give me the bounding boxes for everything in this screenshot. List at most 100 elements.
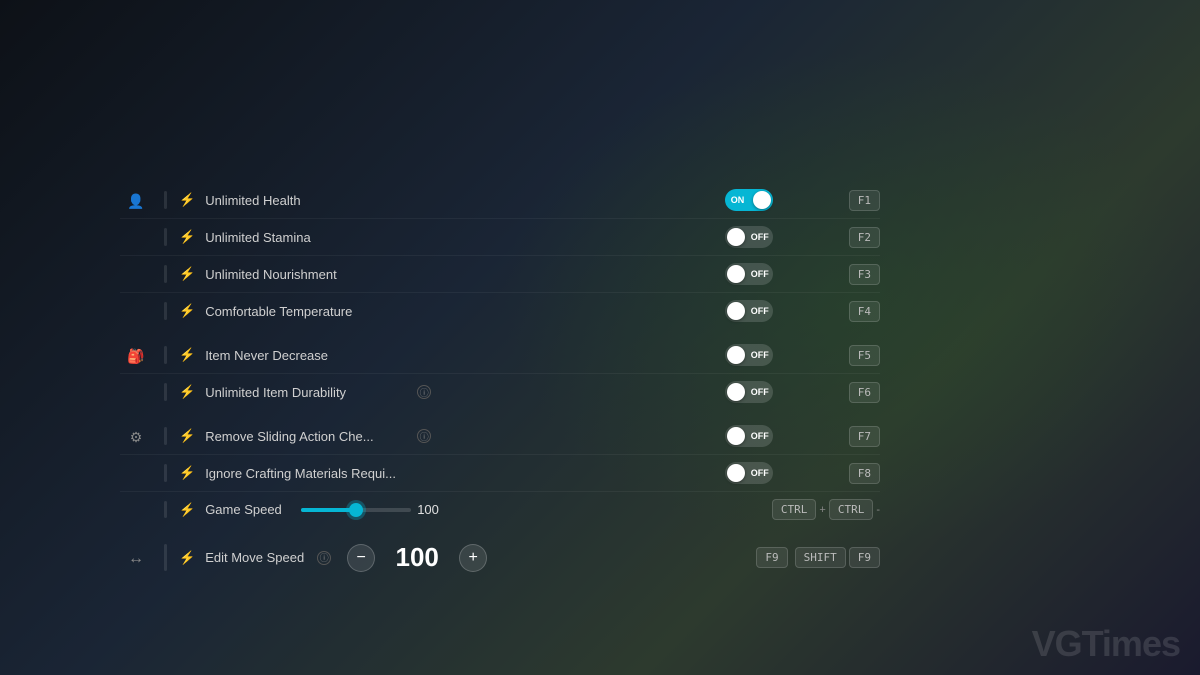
keybind-f5[interactable]: F5 <box>849 345 880 366</box>
keybind-f9-2[interactable]: F9 <box>849 547 880 568</box>
mod-name-remove-sliding: Remove Sliding Action Che... <box>205 429 405 444</box>
player-section: 👤 ⚡ Unlimited Health ON F1 <box>120 182 880 329</box>
slider-fill <box>301 508 356 512</box>
mod-name-unlimited-stamina: Unlimited Stamina <box>205 230 405 245</box>
nourishment-section-bar <box>164 265 167 283</box>
durability-section-bar <box>164 383 167 401</box>
toggle-label-2: OFF <box>751 232 769 242</box>
lightning-icon-7: ⚡ <box>179 428 195 444</box>
move-speed-value: 100 <box>387 542 447 573</box>
inventory-section-icon: 🎒 <box>120 346 152 365</box>
spacer-5 <box>120 472 152 474</box>
mod-name-item-never-decrease: Item Never Decrease <box>205 348 405 363</box>
mod-name-unlimited-durability: Unlimited Item Durability <box>205 385 405 400</box>
lightning-icon-8: ⚡ <box>179 465 195 481</box>
mod-row-comfortable-temp: ⚡ Comfortable Temperature OFF F4 <box>120 293 880 329</box>
keybind-f1[interactable]: F1 <box>849 190 880 211</box>
toggle-label-6: OFF <box>751 387 769 397</box>
mod-name-unlimited-health: Unlimited Health <box>205 193 405 208</box>
keybind-f2[interactable]: F2 <box>849 227 880 248</box>
lightning-icon-1: ⚡ <box>179 192 195 208</box>
mod-row-item-never-decrease: 🎒 ⚡ Item Never Decrease OFF F5 <box>120 337 880 374</box>
toggle-knob-8 <box>727 464 745 482</box>
slider-thumb[interactable] <box>349 503 363 517</box>
toggle-knob-4 <box>727 302 745 320</box>
lightning-icon-3: ⚡ <box>179 266 195 282</box>
toggle-unlimited-stamina[interactable]: OFF <box>725 226 773 248</box>
toggle-knob-2 <box>727 228 745 246</box>
mod-row-unlimited-stamina: ⚡ Unlimited Stamina OFF F2 <box>120 219 880 256</box>
stamina-section-bar <box>164 228 167 246</box>
player-section-header-row: 👤 ⚡ Unlimited Health ON F1 <box>120 182 880 219</box>
info-icon-durability[interactable]: ⓘ <box>417 385 431 399</box>
toggle-comfortable-temp[interactable]: OFF <box>725 300 773 322</box>
keybind-sep-1: + <box>819 504 825 516</box>
toggle-knob-6 <box>727 383 745 401</box>
mod-name-comfortable-temp: Comfortable Temperature <box>205 304 405 319</box>
temp-section-bar <box>164 302 167 320</box>
toggle-unlimited-health[interactable]: ON <box>725 189 773 211</box>
stepper-decrement-btn[interactable]: − <box>347 544 375 572</box>
lightning-icon-2: ⚡ <box>179 229 195 245</box>
mod-name-unlimited-nourishment: Unlimited Nourishment <box>205 267 405 282</box>
keybind-f4[interactable]: F4 <box>849 301 880 322</box>
spacer-4 <box>120 391 152 393</box>
mod-row-unlimited-durability: ⚡ Unlimited Item Durability ⓘ OFF F6 <box>120 374 880 410</box>
game-section-bar-1 <box>164 427 167 445</box>
toggle-label-5: OFF <box>751 350 769 360</box>
movement-section: ↔ ⚡ Edit Move Speed ⓘ − 100 + <box>120 535 880 580</box>
toggle-label-8: OFF <box>751 468 769 478</box>
spacer-1 <box>120 236 152 238</box>
info-icon-sliding[interactable]: ⓘ <box>417 429 431 443</box>
spacer-6 <box>120 509 152 511</box>
spacer-2 <box>120 273 152 275</box>
mod-name-ignore-crafting: Ignore Crafting Materials Requi... <box>205 466 405 481</box>
keybind-ctrl-plus[interactable]: CTRL <box>772 499 817 520</box>
toggle-knob-1 <box>753 191 771 209</box>
move-speed-keybind-group: F9 SHIFT F9 <box>756 547 880 568</box>
game-section: ⚙ ⚡ Remove Sliding Action Che... ⓘ OFF <box>120 418 880 527</box>
keybind-ctrl-minus[interactable]: CTRL <box>829 499 874 520</box>
mod-row-edit-move-speed: ↔ ⚡ Edit Move Speed ⓘ − 100 + <box>120 535 880 580</box>
inventory-section: 🎒 ⚡ Item Never Decrease OFF F5 <box>120 337 880 410</box>
toggle-item-never-decrease[interactable]: OFF <box>725 344 773 366</box>
movement-section-bar <box>164 544 167 571</box>
toggle-label-7: OFF <box>751 431 769 441</box>
keybind-f8[interactable]: F8 <box>849 463 880 484</box>
inventory-section-bar <box>164 346 167 364</box>
keybind-f9[interactable]: F9 <box>756 547 787 568</box>
lightning-icon-6: ⚡ <box>179 384 195 400</box>
toggle-unlimited-nourishment[interactable]: OFF <box>725 263 773 285</box>
game-speed-slider[interactable] <box>301 508 411 512</box>
keybind-shift[interactable]: SHIFT <box>795 547 846 568</box>
toggle-label-4: OFF <box>751 306 769 316</box>
movement-section-icon: ↔ <box>120 548 152 568</box>
stepper-increment-btn[interactable]: + <box>459 544 487 572</box>
lightning-icon-9: ⚡ <box>179 502 195 518</box>
game-speed-keybind-group: CTRL + CTRL - <box>772 499 880 520</box>
toggle-ignore-crafting[interactable]: OFF <box>725 462 773 484</box>
mod-row-game-speed: ⚡ Game Speed 100 <box>120 492 880 527</box>
info-icon-move-speed[interactable]: ⓘ <box>317 551 331 565</box>
keybind-f6[interactable]: F6 <box>849 382 880 403</box>
player-section-icon: 👤 <box>120 191 152 210</box>
game-speed-value: 100 <box>417 502 445 517</box>
app-container: W 🔍 Search games Home My games Explore C… <box>0 0 1200 675</box>
toggle-remove-sliding[interactable]: OFF <box>725 425 773 447</box>
keybind-f7[interactable]: F7 <box>849 426 880 447</box>
toggle-knob-3 <box>727 265 745 283</box>
toggle-label-3: OFF <box>751 269 769 279</box>
mod-name-edit-move-speed: Edit Move Speed <box>205 550 305 565</box>
game-section-bar-2 <box>164 464 167 482</box>
move-speed-stepper: − 100 + <box>347 542 487 573</box>
keybind-sep-2: - <box>876 504 880 516</box>
toggle-knob-7 <box>727 427 745 445</box>
lightning-icon-5: ⚡ <box>179 347 195 363</box>
lightning-icon-4: ⚡ <box>179 303 195 319</box>
mod-row-ignore-crafting: ⚡ Ignore Crafting Materials Requi... OFF… <box>120 455 880 492</box>
game-section-bar-3 <box>164 501 167 518</box>
toggle-unlimited-durability[interactable]: OFF <box>725 381 773 403</box>
toggle-label-1: ON <box>731 195 745 205</box>
player-section-bar <box>164 191 167 209</box>
keybind-f3[interactable]: F3 <box>849 264 880 285</box>
